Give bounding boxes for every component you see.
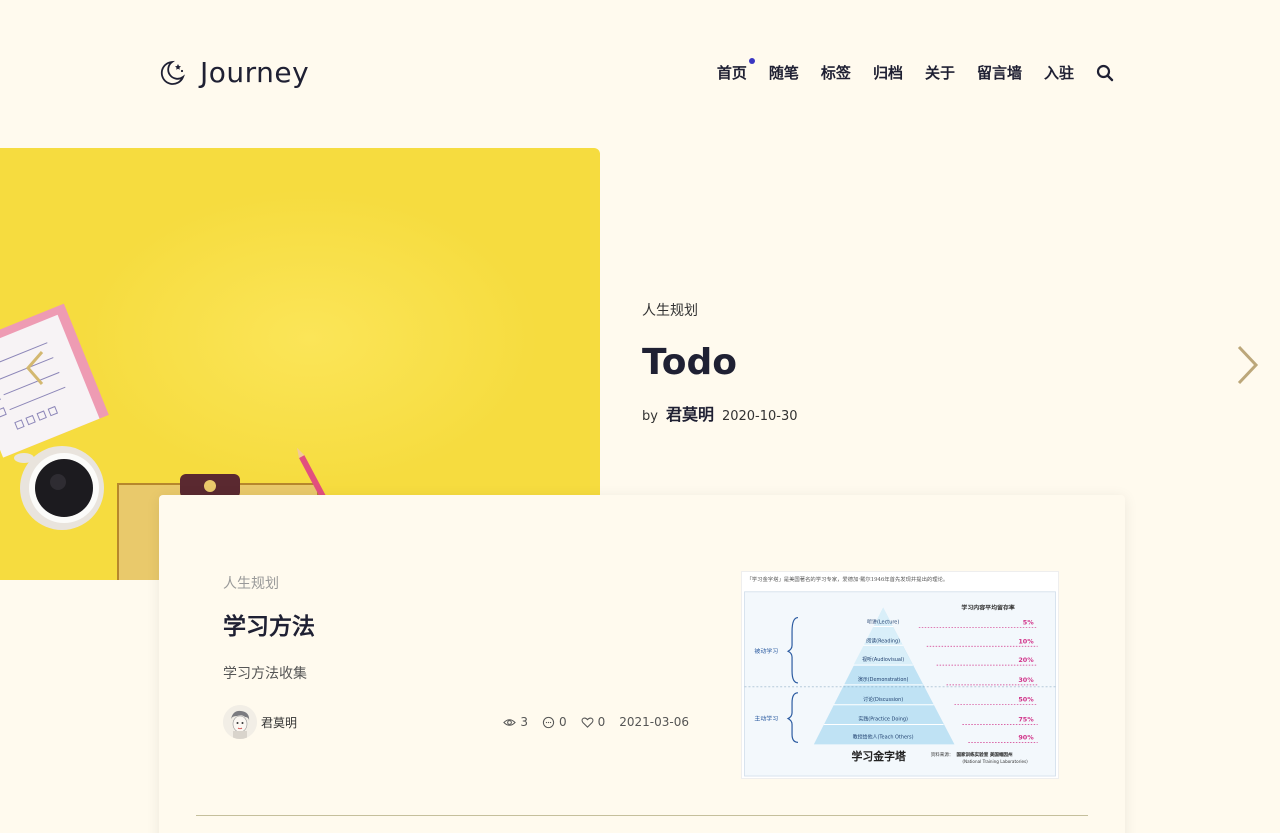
thumb-active-label: 主动学习 xyxy=(754,715,778,723)
thumb-rate: 10% xyxy=(1018,637,1034,645)
hero-title[interactable]: Todo xyxy=(642,342,798,383)
nav-item-tags[interactable]: 标签 xyxy=(821,62,851,83)
nav-item-join[interactable]: 入驻 xyxy=(1044,62,1074,83)
thumb-level-label: 实践(Practice Doing) xyxy=(858,716,908,723)
thumb-level-label: 阅读(Reading) xyxy=(866,637,900,644)
thumb-source-text: 国家训练实验室 美国缅因州 xyxy=(956,751,1013,758)
hero-byline: by 君莫明 2020-10-30 xyxy=(642,401,798,425)
eye-icon xyxy=(503,718,517,726)
thumb-rate: 20% xyxy=(1018,656,1034,664)
hero-meta: 人生规划 Todo by 君莫明 2020-10-30 xyxy=(642,300,798,425)
post-summary: 学习方法收集 xyxy=(223,666,307,682)
thumb-source-en: (National Training Laboratories) xyxy=(962,759,1028,764)
carousel-next-icon[interactable] xyxy=(1234,344,1262,386)
search-icon[interactable] xyxy=(1096,64,1114,82)
thumb-passive-label: 被动学习 xyxy=(754,647,778,655)
post-date: 2021-03-06 xyxy=(619,715,689,729)
site-name: Journey xyxy=(200,56,310,89)
comment-count: 0 xyxy=(558,715,567,729)
hero-date: 2020-10-30 xyxy=(721,409,798,424)
nav-item-archive[interactable]: 归档 xyxy=(873,62,903,83)
post-author[interactable]: 君莫明 xyxy=(261,714,297,731)
thumb-level-label: 讨论(Discussion) xyxy=(863,696,903,703)
thumb-level-label: 听讲(Lecture) xyxy=(867,619,899,626)
hero-author[interactable]: 君莫明 xyxy=(666,401,714,425)
thumb-caption: 「学习金字塔」是美国著名的学习专家，爱德加·戴尔1946年首先发现并提出的理论。 xyxy=(746,575,948,583)
card-divider xyxy=(196,815,1088,816)
thumb-rate: 90% xyxy=(1018,733,1034,741)
nav-item-home[interactable]: 首页 xyxy=(717,58,755,83)
thumb-rate: 5% xyxy=(1023,618,1034,626)
thumb-rate: 75% xyxy=(1018,716,1034,724)
moon-icon xyxy=(160,60,185,85)
post-card[interactable]: 人生规划 学习方法 学习方法收集 君莫明 3 0 0 2021-03-06 「学… xyxy=(159,495,1125,833)
avatar[interactable] xyxy=(223,705,257,739)
like-count: 0 xyxy=(597,715,606,729)
nav-item-guestbook[interactable]: 留言墙 xyxy=(977,62,1022,83)
post-thumbnail[interactable]: 「学习金字塔」是美国著名的学习专家，爱德加·戴尔1946年首先发现并提出的理论。… xyxy=(741,571,1059,779)
carousel-prev-icon[interactable] xyxy=(22,348,46,388)
post-stats: 3 0 0 2021-03-06 xyxy=(503,715,689,729)
post-category[interactable]: 人生规划 xyxy=(223,573,279,593)
avatar-image xyxy=(223,705,257,739)
thumb-level-label: 教授给他人(Teach Others) xyxy=(853,733,914,740)
thumb-source-label: 资料来源： xyxy=(931,751,954,758)
nav-item-about[interactable]: 关于 xyxy=(925,62,955,83)
thumb-level-label: 演示(Demonstration) xyxy=(858,676,909,683)
nav-item-essays[interactable]: 随笔 xyxy=(769,62,799,83)
comment-icon xyxy=(542,716,555,728)
thumb-level-label: 视听(Audiovisual) xyxy=(862,656,904,663)
main-nav: 首页 随笔 标签 归档 关于 留言墙 入驻 xyxy=(695,58,1114,83)
post-title[interactable]: 学习方法 xyxy=(223,607,315,641)
thumb-header: 学习内容平均留存率 xyxy=(961,604,1015,612)
heart-icon[interactable] xyxy=(581,716,594,729)
view-count: 3 xyxy=(520,715,528,729)
site-logo[interactable]: Journey xyxy=(158,56,309,89)
post-footer: 君莫明 3 0 0 2021-03-06 xyxy=(223,705,689,739)
thumb-pyramid-title: 学习金字塔 xyxy=(851,749,905,763)
hero-category[interactable]: 人生规划 xyxy=(642,300,798,320)
thumb-rate: 50% xyxy=(1018,696,1034,704)
thumb-rate: 30% xyxy=(1018,676,1034,684)
by-label: by xyxy=(642,409,658,424)
